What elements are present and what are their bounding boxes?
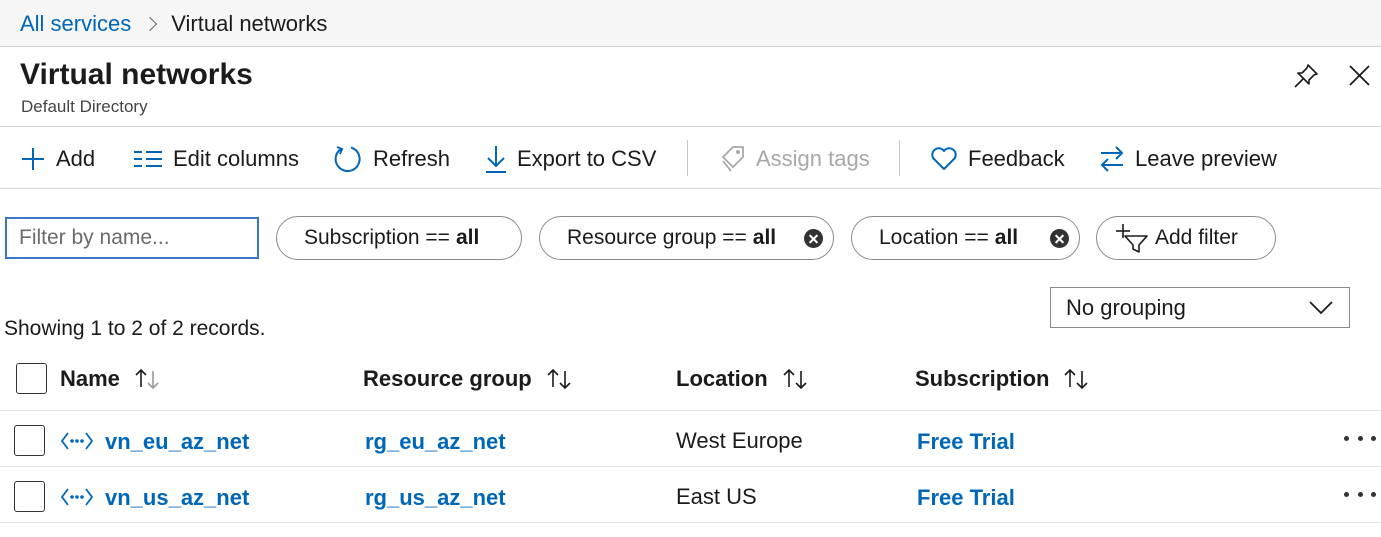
sort-icon	[1064, 368, 1089, 390]
clear-filter-icon[interactable]	[804, 229, 823, 248]
download-icon	[486, 146, 506, 173]
feedback-button[interactable]: Feedback	[930, 143, 1065, 175]
more-icon[interactable]	[1344, 487, 1376, 501]
sort-icon	[783, 368, 807, 390]
sort-icon	[547, 368, 571, 390]
filter-by-name-input[interactable]	[5, 217, 259, 259]
breadcrumb-current: Virtual networks	[171, 11, 328, 36]
refresh-label: Refresh	[373, 146, 451, 171]
tag-icon	[722, 146, 744, 172]
location-filter-label: Location ==	[879, 226, 989, 249]
grouping-dropdown[interactable]: No grouping	[1050, 287, 1350, 328]
top-bar: All services Virtual networks	[0, 0, 1381, 47]
resource-group-link[interactable]: rg_eu_az_net	[365, 429, 506, 455]
column-header-label: Resource group	[363, 366, 532, 391]
location-filter-pill[interactable]: Location == all	[851, 216, 1080, 260]
column-header-label: Location	[676, 366, 768, 391]
edit-columns-label: Edit columns	[173, 146, 299, 171]
resource-group-filter-label: Resource group ==	[567, 226, 747, 249]
edit-columns-button[interactable]: Edit columns	[133, 143, 299, 175]
location-cell: West Europe	[676, 428, 803, 453]
assign-tags-label: Assign tags	[756, 146, 870, 171]
pin-icon[interactable]	[1292, 62, 1320, 90]
row-divider	[0, 522, 1381, 523]
virtual-network-icon	[60, 432, 94, 450]
subscription-filter-value: all	[455, 226, 480, 249]
add-button[interactable]: Add	[20, 143, 95, 175]
page-subtitle: Default Directory	[21, 97, 148, 116]
heart-icon	[931, 147, 957, 170]
vnet-name-link[interactable]: vn_eu_az_net	[105, 429, 249, 455]
add-filter-label: Add filter	[1155, 226, 1238, 249]
column-header-location[interactable]: Location	[676, 366, 810, 392]
column-header-label: Name	[60, 366, 120, 391]
clear-filter-icon[interactable]	[1050, 229, 1069, 248]
breadcrumb-all-services[interactable]: All services	[20, 11, 131, 37]
column-header-label: Subscription	[915, 366, 1050, 391]
resource-group-filter-value: all	[752, 226, 777, 249]
grouping-selected: No grouping	[1066, 294, 1186, 320]
refresh-icon	[334, 146, 361, 173]
filter-add-icon	[1116, 224, 1148, 253]
breadcrumb: All services Virtual networks	[20, 11, 327, 37]
export-csv-label: Export to CSV	[517, 146, 657, 171]
subscription-filter-pill[interactable]: Subscription == all	[276, 216, 522, 260]
resource-group-filter-pill[interactable]: Resource group == all	[539, 216, 834, 260]
toolbar-divider	[899, 140, 900, 176]
page-title: Virtual networks	[20, 58, 253, 91]
resource-group-link[interactable]: rg_us_az_net	[365, 485, 506, 511]
row-checkbox[interactable]	[14, 425, 45, 456]
column-header-name[interactable]: Name	[60, 366, 162, 392]
location-filter-value: all	[994, 226, 1019, 249]
add-filter-button[interactable]: Add filter	[1096, 216, 1276, 260]
subscription-link[interactable]: Free Trial	[917, 429, 1015, 455]
close-icon[interactable]	[1345, 61, 1373, 89]
records-count: Showing 1 to 2 of 2 records.	[4, 317, 266, 340]
refresh-button[interactable]: Refresh	[333, 143, 450, 175]
chevron-down-icon	[1309, 301, 1333, 315]
leave-preview-button[interactable]: Leave preview	[1099, 143, 1277, 175]
toolbar-divider	[687, 140, 688, 176]
plus-icon	[22, 148, 44, 170]
subscription-filter-label: Subscription ==	[304, 226, 450, 249]
leave-preview-label: Leave preview	[1135, 146, 1277, 171]
export-csv-button[interactable]: Export to CSV	[485, 143, 656, 175]
subscription-link[interactable]: Free Trial	[917, 485, 1015, 511]
chevron-right-icon	[143, 16, 158, 32]
add-label: Add	[56, 146, 96, 171]
assign-tags-button[interactable]: Assign tags	[720, 143, 870, 175]
row-checkbox[interactable]	[14, 481, 45, 512]
swap-icon	[1100, 146, 1124, 172]
more-icon[interactable]	[1344, 431, 1376, 445]
columns-icon	[134, 151, 162, 167]
column-header-subscription[interactable]: Subscription	[915, 366, 1091, 392]
vnet-name-link[interactable]: vn_us_az_net	[105, 485, 249, 511]
row-divider	[0, 466, 1381, 467]
select-all-checkbox[interactable]	[16, 363, 47, 394]
feedback-label: Feedback	[968, 146, 1065, 171]
location-cell: East US	[676, 484, 757, 509]
row-divider	[0, 410, 1381, 411]
column-header-resource-group[interactable]: Resource group	[363, 366, 574, 392]
virtual-network-icon	[60, 488, 94, 506]
sort-icon	[135, 368, 159, 390]
